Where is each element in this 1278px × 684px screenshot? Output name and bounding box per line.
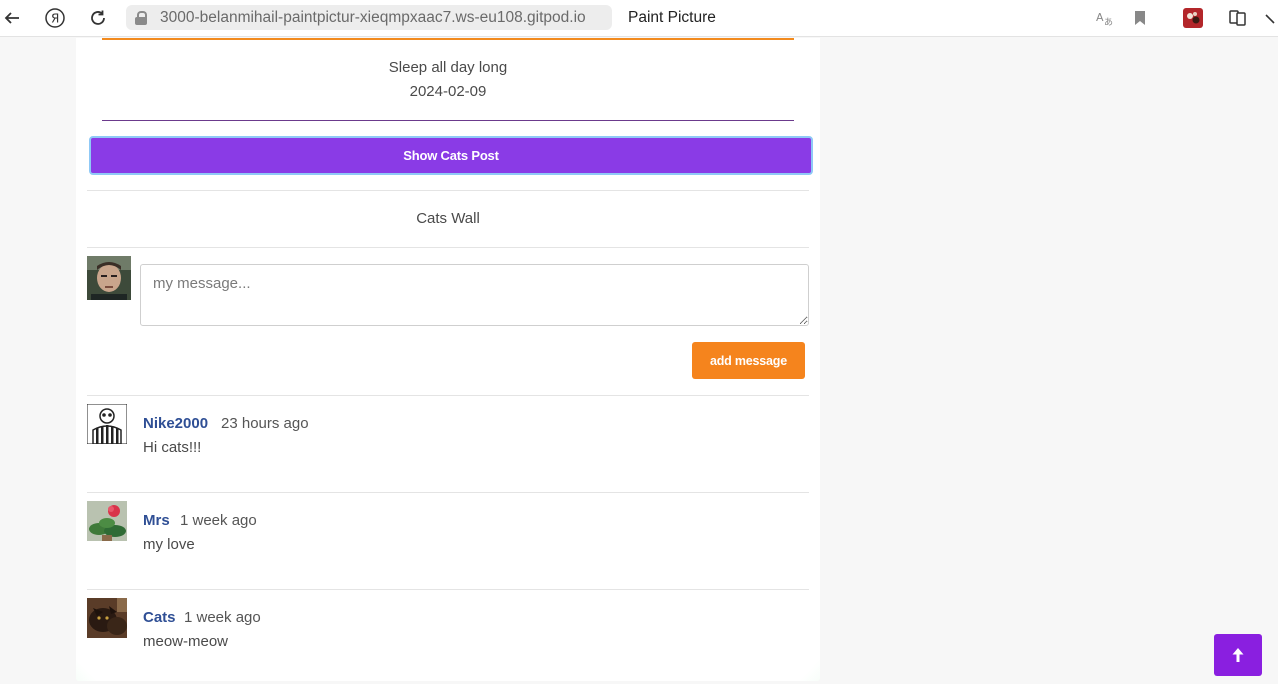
arrow-up-icon [1232,648,1244,662]
purple-divider [102,120,794,121]
svg-text:A: A [1096,11,1104,24]
extension-icon[interactable] [1181,6,1205,30]
divider [87,395,809,396]
comment-author[interactable]: Nike2000 [143,415,208,432]
lock-icon [134,10,148,25]
comment-text: meow-meow [143,633,229,650]
divider [87,247,809,248]
comment-time: 1 week ago [180,512,257,529]
back-arrow-icon[interactable] [0,6,24,30]
message-input[interactable] [140,264,809,326]
comment-avatar [87,404,127,444]
post-card: Sleep all day long 2024-02-09 Show Cats … [76,38,820,681]
svg-text:あ: あ [1104,17,1113,27]
divider [87,589,809,590]
comment-text: my love [143,536,195,553]
comment-avatar [87,598,127,638]
more-icon[interactable] [1262,6,1278,30]
url-text: 3000-belanmihail-paintpictur-xieqmpxaac7… [160,8,586,26]
wall-title: Cats Wall [416,210,480,227]
address-bar[interactable]: 3000-belanmihail-paintpictur-xieqmpxaac7… [126,5,612,30]
post-description: Sleep all day long [388,59,508,76]
comment-time: 1 week ago [184,609,261,626]
add-message-button[interactable]: add message [692,342,805,379]
browser-toolbar: Я 3000-belanmihail-paintpictur-xieqmpxaa… [0,0,1278,37]
comment-text: Hi cats!!! [143,439,202,456]
scroll-to-top-button[interactable] [1214,634,1262,676]
divider [87,492,809,493]
show-cats-post-button[interactable]: Show Cats Post [89,136,813,175]
comment-author[interactable]: Mrs [143,512,170,529]
reload-icon[interactable] [86,6,110,30]
translate-icon[interactable]: Aあ [1092,6,1116,30]
post-date: 2024-02-09 [409,83,487,100]
comment-author[interactable]: Cats [143,609,176,626]
yandex-logo-icon[interactable]: Я [43,6,67,30]
orange-divider [102,38,794,40]
current-user-avatar [87,256,131,300]
bookmark-icon[interactable] [1128,6,1152,30]
svg-text:Я: Я [51,12,59,26]
tab-title: Paint Picture [628,9,716,26]
comment-time: 23 hours ago [221,415,309,432]
comment-avatar [87,501,127,541]
collections-icon[interactable] [1226,6,1250,30]
divider [87,190,809,191]
